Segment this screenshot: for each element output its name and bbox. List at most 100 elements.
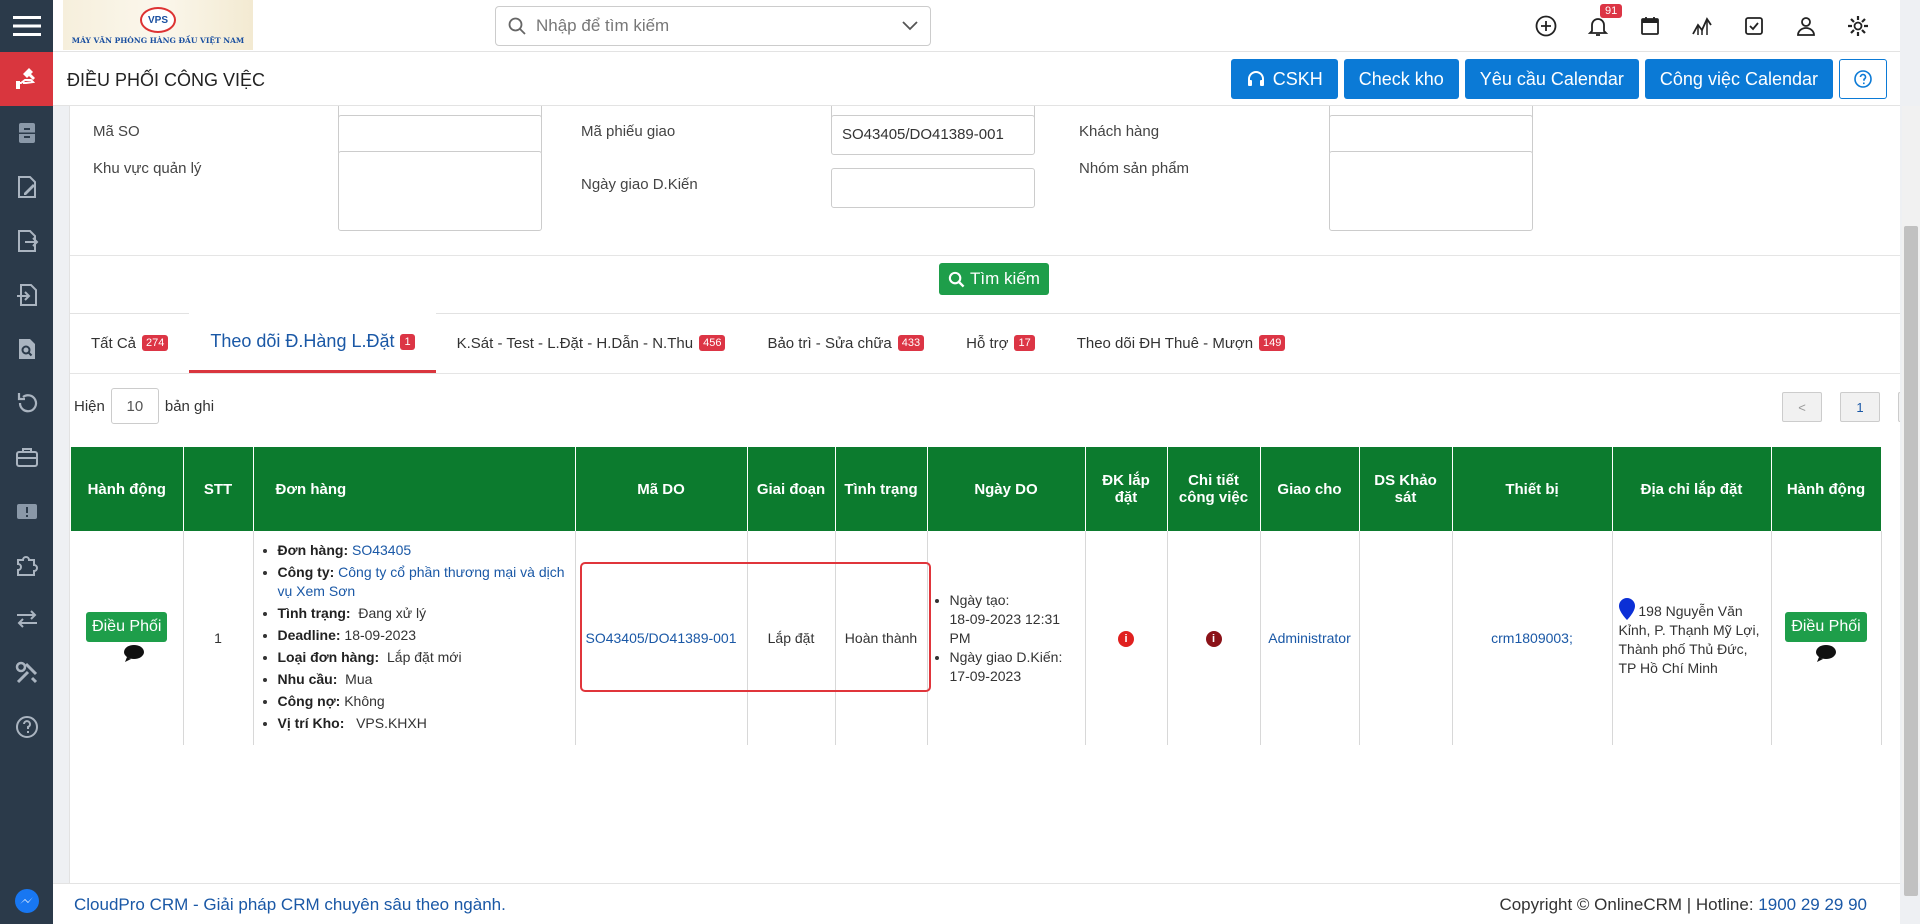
order-number-item: Đơn hàng: SO43405 xyxy=(278,541,569,560)
tab-count-badge: 1 xyxy=(400,333,415,350)
messenger-icon[interactable] xyxy=(0,878,53,924)
col-header-do-date[interactable]: Ngày DO xyxy=(927,447,1086,531)
add-icon[interactable] xyxy=(1520,0,1572,52)
import-icon xyxy=(16,284,37,306)
col-header-stage[interactable]: Giai đoạn xyxy=(747,447,836,531)
search-input[interactable] xyxy=(536,16,902,36)
gear-icon[interactable] xyxy=(1832,0,1884,52)
col-header-assignee[interactable]: Giao cho xyxy=(1260,447,1360,531)
cell-install-condition: i xyxy=(1085,531,1168,745)
order-link[interactable]: SO43405 xyxy=(352,542,411,558)
sidebar-item-cabinet[interactable] xyxy=(0,106,53,160)
col-header-action[interactable]: Hành động xyxy=(71,447,184,531)
tab-count-badge: 17 xyxy=(1014,335,1035,351)
tab-label: Theo dõi ĐH Thuê - Mượn xyxy=(1076,334,1254,352)
tab-support[interactable]: Hỗ trợ 17 xyxy=(945,313,1056,373)
khu-vuc-select[interactable] xyxy=(338,151,542,231)
page-scrollbar[interactable] xyxy=(1902,106,1920,896)
sidebar-item-transfer[interactable] xyxy=(0,592,53,646)
sidebar-item-export[interactable] xyxy=(0,214,53,268)
prev-page-button[interactable]: < xyxy=(1782,392,1822,422)
col-header-survey-list[interactable]: DS Khảo sát xyxy=(1359,447,1453,531)
sidebar-item-edit-doc[interactable] xyxy=(0,160,53,214)
tab-label: Hỗ trợ xyxy=(966,334,1009,352)
tab-label: Tất Cả xyxy=(91,334,137,352)
sidebar-item-dispatch[interactable] xyxy=(0,52,53,106)
ma-so-input[interactable] xyxy=(338,115,542,155)
request-calendar-button[interactable]: Yêu cầu Calendar xyxy=(1464,59,1639,99)
current-page[interactable]: 1 xyxy=(1840,392,1880,422)
dispatch-button-2[interactable]: Điều Phối xyxy=(1785,611,1867,642)
col-header-device[interactable]: Thiết bị xyxy=(1452,447,1613,531)
sidebar-item-tools[interactable] xyxy=(0,646,53,700)
col-header-ma-do[interactable]: Mã DO xyxy=(575,447,748,531)
hotline-number[interactable]: 1900 29 29 90 xyxy=(1758,895,1867,914)
task-check-icon[interactable] xyxy=(1728,0,1780,52)
info-icon[interactable]: i xyxy=(1205,631,1222,647)
sidebar-item-import[interactable] xyxy=(0,268,53,322)
col-header-order[interactable]: Đơn hàng xyxy=(253,447,576,531)
tab-maintenance[interactable]: Bảo trì - Sửa chữa 433 xyxy=(746,313,945,373)
khach-hang-input[interactable] xyxy=(1329,115,1533,155)
calendar-icon[interactable] xyxy=(1624,0,1676,52)
col-header-status[interactable]: Tình trạng xyxy=(835,447,928,531)
main-content: Mã SO Mã phiếu giao SO43405/DO41389-001 … xyxy=(53,106,1900,883)
col-header-stt[interactable]: STT xyxy=(183,447,254,531)
col-header-install-condition[interactable]: ĐK lắp đặt xyxy=(1085,447,1168,531)
tab-count-badge: 433 xyxy=(897,335,925,351)
status-item: Tình trạng: Đang xử lý xyxy=(278,604,569,623)
search-icon xyxy=(508,17,526,35)
footer-slogan[interactable]: CloudPro CRM - Giải pháp CRM chuyên sâu … xyxy=(74,895,506,915)
nhom-san-pham-select[interactable] xyxy=(1329,151,1533,231)
sidebar-item-undo[interactable] xyxy=(0,376,53,430)
scroll-thumb[interactable] xyxy=(1904,226,1918,896)
map-pin-icon xyxy=(1618,598,1635,620)
chevron-down-icon[interactable] xyxy=(902,21,918,31)
check-kho-button[interactable]: Check kho xyxy=(1343,59,1459,99)
tab-installation-orders[interactable]: Theo dõi Đ.Hàng L.Đặt 1 xyxy=(189,313,436,373)
created-date-label: Ngày tạo: xyxy=(949,591,1010,608)
status-value: Đang xử lý xyxy=(358,604,427,621)
comment-icon[interactable] xyxy=(123,644,145,662)
page-size-select[interactable]: 10 xyxy=(110,388,159,424)
ma-so-label: Mã SO xyxy=(93,123,140,140)
sidebar-item-search-doc[interactable] xyxy=(0,322,53,376)
global-search[interactable] xyxy=(495,6,931,46)
ma-phieu-giao-input[interactable]: SO43405/DO41389-001 xyxy=(831,115,1035,155)
next-page-button[interactable]: > xyxy=(1898,392,1900,422)
cskh-button[interactable]: CSKH xyxy=(1230,59,1338,99)
col-header-action-2[interactable]: Hành động xyxy=(1771,447,1882,531)
info-icon[interactable]: i xyxy=(1118,631,1134,647)
user-icon[interactable] xyxy=(1780,0,1832,52)
khu-vuc-label: Khu vực quản lý xyxy=(93,160,202,177)
menu-icon[interactable] xyxy=(0,0,53,52)
dispatch-button[interactable]: Điều Phối xyxy=(86,611,168,642)
search-button[interactable]: Tìm kiếm xyxy=(939,263,1049,295)
tab-survey-test[interactable]: K.Sát - Test - L.Đặt - H.Dẫn - N.Thu 456 xyxy=(436,313,747,373)
sidebar-item-toolbox[interactable] xyxy=(0,430,53,484)
col-header-address[interactable]: Địa chỉ lắp đặt xyxy=(1612,447,1772,531)
created-date-value: 18-09-2023 12:31 PM xyxy=(949,610,1061,646)
comment-icon[interactable] xyxy=(1815,644,1837,662)
page-size-control: Hiện 10 bản ghi xyxy=(74,388,214,424)
sidebar-item-help[interactable] xyxy=(0,700,53,754)
order-type-label: Loại đơn hàng: xyxy=(277,648,380,665)
notification-bell[interactable]: 91 xyxy=(1572,0,1624,52)
company-logo[interactable]: VPS MÁY VĂN PHÒNG HÀNG ĐẦU VIỆT NAM xyxy=(63,0,253,50)
device-link[interactable]: crm1809003; xyxy=(1491,630,1573,646)
tab-label: Bảo trì - Sửa chữa xyxy=(767,334,892,352)
sidebar-item-warning[interactable] xyxy=(0,484,53,538)
assignee-link[interactable]: Administrator xyxy=(1268,630,1350,646)
tab-count-badge: 274 xyxy=(142,335,169,351)
need-item: Nhu cầu: Mua xyxy=(278,670,569,689)
help-button[interactable] xyxy=(1839,59,1887,99)
task-calendar-button[interactable]: Công việc Calendar xyxy=(1644,59,1833,99)
debt-item: Công nợ: Không xyxy=(278,692,569,711)
ngay-giao-input[interactable] xyxy=(831,168,1035,208)
sidebar-item-puzzle[interactable] xyxy=(0,538,53,592)
tab-all[interactable]: Tất Cả 274 xyxy=(70,313,189,373)
tab-rental-orders[interactable]: Theo dõi ĐH Thuê - Mượn 149 xyxy=(1056,313,1307,373)
chart-icon[interactable] xyxy=(1676,0,1728,52)
col-header-task-detail[interactable]: Chi tiết công việc xyxy=(1167,447,1261,531)
cell-task-detail: i xyxy=(1167,531,1261,745)
